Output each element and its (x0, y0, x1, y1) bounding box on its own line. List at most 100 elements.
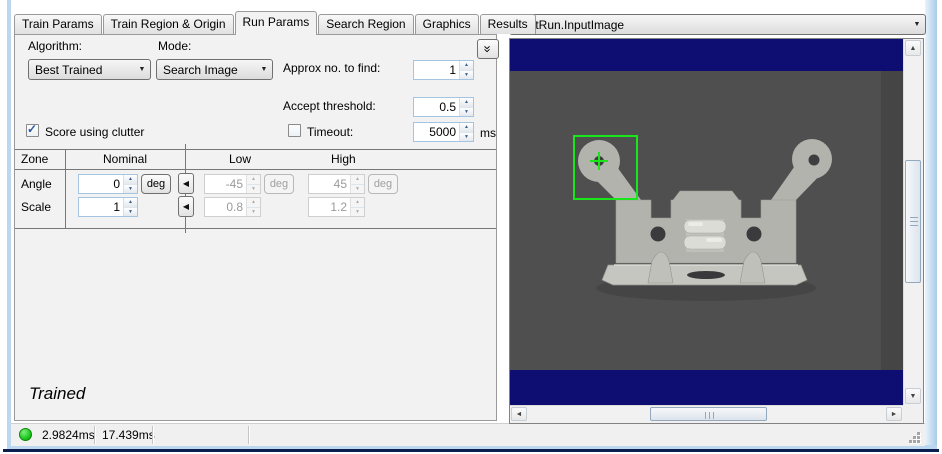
spinner-down-button[interactable]: ▼ (124, 183, 137, 193)
timeout-spinner[interactable]: 5000 ▲ ▼ (413, 122, 474, 142)
high-header: High (331, 152, 356, 166)
accept-threshold-label: Accept threshold: (283, 99, 376, 113)
status-bar: 2.9824ms 17.439ms (11, 423, 925, 446)
low-header: Low (229, 152, 252, 166)
table-line (15, 228, 496, 229)
idle-time-value: 17.439ms (102, 428, 155, 442)
spinner-value: 0.8 (226, 200, 243, 214)
scroll-right-button[interactable]: ► (886, 407, 902, 421)
resize-grip[interactable] (909, 432, 921, 444)
image-source-select[interactable]: LastRun.InputImage ▼ (509, 14, 926, 35)
spinner-value[interactable]: 1 (414, 61, 459, 79)
spinner-up-button[interactable]: ▲ (124, 198, 137, 207)
spinner-value[interactable]: 0.5 (414, 98, 459, 116)
table-line (15, 169, 496, 170)
angle-high-unit-button: deg (368, 174, 398, 194)
status-separator (248, 426, 250, 444)
tab-label: Train Params (22, 17, 94, 31)
window-edge-line (3, 449, 939, 452)
spinner-down-button[interactable]: ▼ (124, 206, 137, 216)
scroll-down-button[interactable]: ▼ (905, 388, 921, 404)
spinner-buttons: ▲ ▼ (350, 198, 364, 216)
horizontal-scrollbar[interactable]: ◄ ► (510, 405, 903, 422)
chevron-double-down-icon: » (480, 45, 496, 52)
algorithm-select[interactable]: Best Trained ▼ (28, 59, 151, 80)
scale-high-spinner: 1.2 ▲ ▼ (308, 197, 365, 217)
angle-low-spinner: -45 ▲ ▼ (204, 174, 261, 194)
tab-results[interactable]: Results (479, 14, 536, 34)
scale-row-label: Scale (21, 200, 52, 214)
tab-search-region[interactable]: Search Region (318, 14, 414, 34)
vertical-scrollbar[interactable]: ▲ ▼ (903, 39, 922, 405)
chevron-down-icon: ▼ (138, 66, 146, 73)
approx-count-spinner[interactable]: 1 ▲ ▼ (413, 60, 474, 80)
algorithm-value: Best Trained (35, 62, 103, 77)
angle-high-spinner: 45 ▲ ▼ (308, 174, 365, 194)
horizontal-scroll-thumb[interactable] (650, 407, 767, 421)
angle-low-unit-button: deg (264, 174, 294, 194)
scale-expand-button[interactable]: ◀ (178, 196, 194, 217)
vertical-scroll-thumb[interactable] (905, 160, 921, 283)
scroll-down-icon: ▼ (909, 393, 917, 400)
chevron-down-icon: ▼ (913, 21, 921, 28)
scrollbar-corner (903, 405, 921, 421)
run-params-page: Algorithm: Mode: » Best Trained ▼ Search… (14, 34, 499, 421)
mode-label: Mode: (158, 39, 192, 53)
spinner-down-button[interactable]: ▼ (460, 69, 473, 79)
angle-nominal-spinner[interactable]: 0 ▲ ▼ (78, 174, 138, 194)
tab-run-params[interactable]: Run Params (234, 11, 318, 35)
mode-select[interactable]: Search Image ▼ (156, 59, 273, 80)
spinner-buttons: ▲ ▼ (123, 175, 137, 193)
spinner-buttons: ▲ ▼ (459, 98, 473, 116)
spinner-up-button[interactable]: ▲ (460, 98, 473, 107)
chevron-down-icon: ▼ (260, 66, 268, 73)
spinner-down-button[interactable]: ▼ (460, 106, 473, 116)
spinner-value[interactable]: 1 (79, 198, 123, 216)
mode-value: Search Image (163, 62, 238, 77)
spinner-buttons: ▲ ▼ (246, 198, 260, 216)
angle-row-label: Angle (21, 177, 52, 191)
image-source-value: LastRun.InputImage (516, 17, 625, 32)
tab-label: Train Region & Origin (110, 17, 226, 31)
left-triangle-icon: ◀ (182, 202, 190, 211)
tab-label: Search Region (326, 17, 406, 31)
tab-train-params[interactable]: Train Params (14, 14, 102, 34)
angle-expand-button[interactable]: ◀ (178, 173, 194, 194)
timeout-label: Timeout: (307, 125, 354, 139)
table-line (65, 149, 66, 228)
spinner-down-button: ▼ (351, 183, 364, 193)
scroll-up-button[interactable]: ▲ (905, 40, 921, 56)
zone-header: Zone (21, 152, 49, 166)
spinner-value: -45 (225, 177, 243, 191)
spinner-buttons: ▲ ▼ (459, 123, 473, 141)
scale-low-spinner: 0.8 ▲ ▼ (204, 197, 261, 217)
spinner-buttons: ▲ ▼ (246, 175, 260, 193)
score-clutter-checkbox[interactable]: ✓ (26, 122, 39, 137)
tab-strip: Train Params Train Region & Origin Run P… (14, 11, 537, 35)
timeout-checkbox[interactable] (288, 124, 301, 137)
status-separator (94, 426, 96, 444)
photo-edge-shade (881, 71, 903, 370)
spinner-up-button[interactable]: ▲ (460, 61, 473, 70)
scroll-left-icon: ◄ (515, 411, 523, 418)
timeout-unit-label: ms (480, 126, 496, 140)
spinner-up-button[interactable]: ▲ (460, 123, 473, 132)
approx-count-label: Approx no. to find: (283, 61, 381, 75)
spinner-value: 1.2 (330, 200, 347, 214)
spinner-value[interactable]: 0 (79, 175, 123, 193)
spinner-down-button[interactable]: ▼ (460, 131, 473, 141)
scale-nominal-spinner[interactable]: 1 ▲ ▼ (78, 197, 138, 217)
score-clutter-label: Score using clutter (45, 125, 145, 139)
tab-label: Run Params (242, 15, 310, 29)
collapse-panel-button[interactable]: » (477, 39, 499, 59)
tab-graphics[interactable]: Graphics (414, 14, 479, 34)
scroll-left-button[interactable]: ◄ (511, 407, 527, 421)
tab-train-region-origin[interactable]: Train Region & Origin (102, 14, 234, 34)
inspection-image-viewport[interactable] (510, 39, 903, 405)
accept-threshold-spinner[interactable]: 0.5 ▲ ▼ (413, 97, 474, 117)
tab-label: Graphics (422, 17, 471, 31)
angle-nominal-unit-button[interactable]: deg (141, 174, 171, 194)
spinner-up-button[interactable]: ▲ (124, 175, 137, 184)
spinner-down-button: ▼ (247, 206, 260, 216)
spinner-value[interactable]: 5000 (414, 123, 459, 141)
